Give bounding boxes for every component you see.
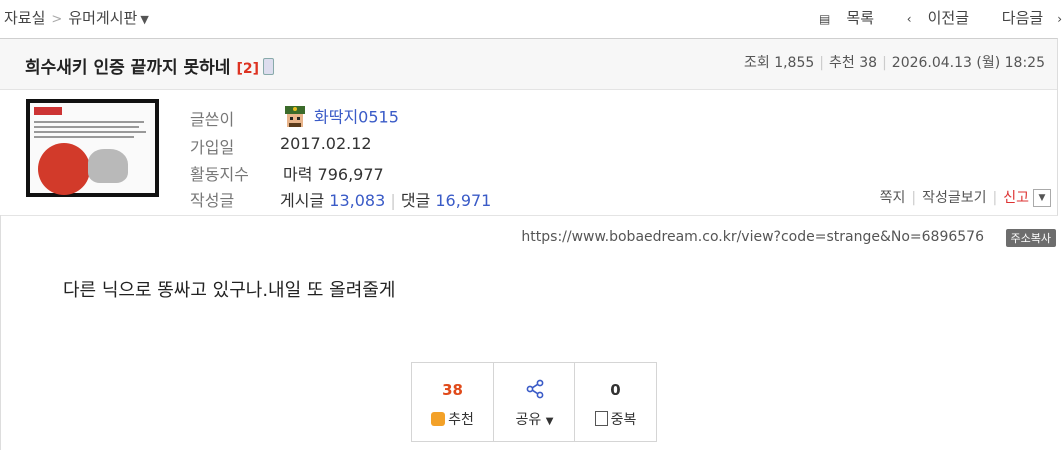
share-text: 공유 [515,412,542,428]
view-posts-button[interactable]: 작성글보기 [922,190,986,206]
vote-panel: 38 추천 공유 ▼ 0 중복 [411,362,657,442]
recommend-text: 추천 [448,412,474,428]
prev-post-button[interactable]: ‹ 이전글 [893,9,969,27]
breadcrumb-board[interactable]: 유머게시판 [68,9,137,27]
post-url[interactable]: https://www.bobaedream.co.kr/view?code=s… [521,229,984,245]
thumbs-up-icon [431,412,446,426]
list-button[interactable]: ▤ 목록 [805,9,874,27]
activity-score: 마력 796,977 [283,165,384,184]
writer-nickname[interactable]: 화딱지0515 [314,108,399,127]
breadcrumb-separator: > [51,12,63,27]
recommend-label: 추천 [829,55,855,71]
chevron-left-icon: ‹ [906,12,912,26]
document-icon [594,411,608,426]
post-content: 다른 닉으로 똥싸고 있구나.내일 또 올려줄게 [63,280,396,301]
profile-actions: 쪽지 | 작성글보기 | 신고 ▼ [880,187,1051,207]
share-button[interactable]: 공유 ▼ [493,363,575,441]
chevron-right-icon: › [1057,12,1062,26]
breadcrumb-home[interactable]: 자료실 [4,9,45,27]
share-icon [526,379,544,399]
content-border [0,215,1,450]
recommend-button[interactable]: 38 추천 [412,363,493,441]
message-button[interactable]: 쪽지 [880,190,906,206]
duplicate-button[interactable]: 0 중복 [574,363,656,441]
chevron-down-icon[interactable]: ▼ [1033,189,1051,207]
post-header: 희수새키 인증 끝까지 못하네 [2] 조회 1,855 | 추천 38 | 2026.0… [0,38,1058,90]
profile-image [26,99,159,197]
next-post-button[interactable]: 다음글 › [988,9,1064,27]
mobile-icon [262,58,274,75]
duplicate-number: 0 [610,381,621,399]
posts-text: 게시글 [280,191,325,210]
views-count: 1,855 [774,55,815,71]
post-meta: 조회 1,855 | 추천 38 | 2026.04.13 (월) 18:25 [743,55,1045,71]
joined-date: 2017.02.12 [280,134,372,153]
list-icon: ▤ [819,12,831,26]
stats-divider: | [390,191,396,210]
writer-row: 화딱지0515 [280,103,399,133]
post-navigation: ▤ 목록 ‹ 이전글 다음글 › [791,7,1064,28]
comments-text: 댓글 [400,191,431,210]
chevron-down-icon: ▼ [545,416,554,427]
prev-label: 이전글 [927,9,969,27]
copy-url-button[interactable]: 주소복사 [1005,229,1056,247]
post-title-row: 희수새키 인증 끝까지 못하네 [2] [25,53,274,78]
chevron-down-icon[interactable]: ▼ [140,13,148,26]
posts-count[interactable]: 13,083 [329,191,385,210]
views-label: 조회 [743,55,770,71]
author-profile: 글쓴이 화딱지0515 가입일 2017.02.12 활동지수 마력 796,9… [0,89,1058,216]
report-button[interactable]: 신고 [1003,190,1029,206]
list-label: 목록 [846,9,874,27]
avatar-icon [285,106,305,127]
activity-label: 활동지수 [190,165,249,184]
comments-count[interactable]: 16,971 [435,191,491,210]
posts-label: 작성글 [190,191,235,210]
post-date: 2026.04.13 (월) 18:25 [891,55,1045,71]
recommend-count: 38 [859,55,878,71]
recommend-number: 38 [442,381,463,399]
post-title: 희수새키 인증 끝까지 못하네 [25,58,231,78]
next-label: 다음글 [1001,9,1044,27]
duplicate-text: 중복 [610,412,637,428]
breadcrumb: 자료실 > 유머게시판 ▼ [4,7,149,28]
writer-label: 글쓴이 [190,110,235,129]
top-bar: 자료실 > 유머게시판 ▼ ▤ 목록 ‹ 이전글 다음글 › [0,0,1064,36]
joined-label: 가입일 [190,138,235,157]
post-stats: 게시글 13,083 | 댓글 16,971 [280,187,491,211]
comment-count[interactable]: [2] [236,61,259,77]
